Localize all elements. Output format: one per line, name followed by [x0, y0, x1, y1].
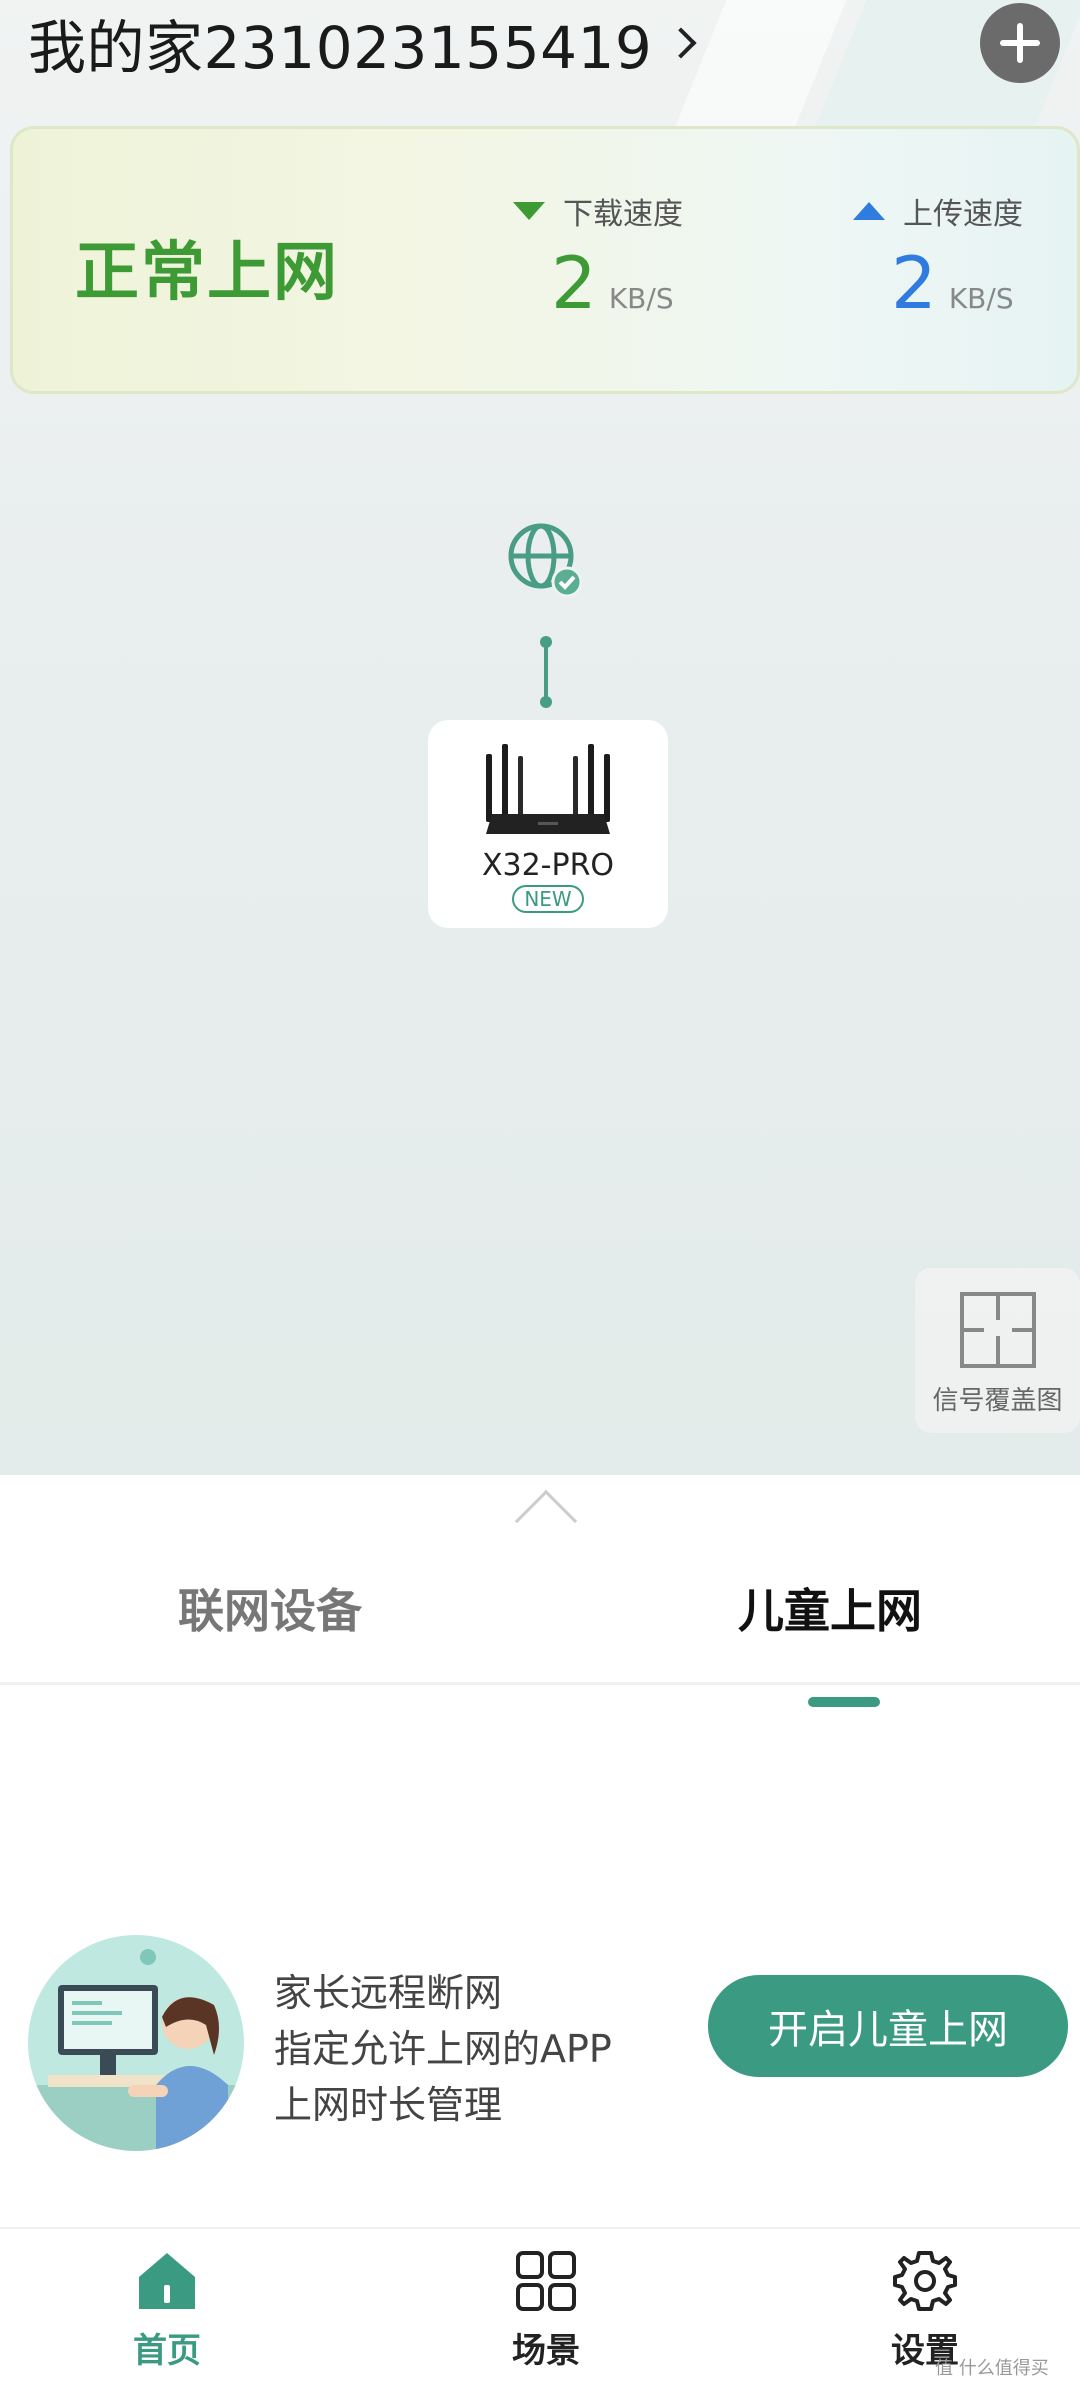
feature-item: 家长远程断网 [274, 1971, 503, 2015]
nav-scenes-label: 场景 [512, 2331, 580, 2371]
download-unit: KB/S [608, 282, 674, 315]
signal-coverage-button[interactable]: 信号覆盖图 [915, 1268, 1080, 1433]
kids-illustration [28, 1935, 244, 2151]
active-tab-indicator [808, 1697, 880, 1707]
tab-bar: 联网设备 儿童上网 [0, 1575, 1080, 1685]
watermark: 值 什么值得买 [935, 2358, 1049, 2379]
download-label: 下载速度 [563, 197, 683, 232]
kids-feature-list: 家长远程断网 指定允许上网的APP 上网时长管理 [274, 1965, 612, 2133]
download-value: 2 [551, 241, 597, 325]
chevron-up-icon[interactable] [514, 1489, 578, 1553]
feature-item: 指定允许上网的APP [274, 2027, 612, 2071]
kids-internet-panel: 家长远程断网 指定允许上网的APP 上网时长管理 开启儿童上网 [0, 1935, 1080, 2175]
home-selector[interactable]: 我的家231023155419 [28, 8, 697, 82]
feature-item: 上网时长管理 [274, 2083, 503, 2127]
new-badge: NEW [512, 885, 584, 913]
upload-unit: KB/S [948, 282, 1014, 315]
nav-home[interactable]: 首页 [67, 2249, 267, 2372]
upload-speed: 上传速度 2 KB/S [853, 189, 1023, 319]
bottom-nav: 首页 场景 设置 [0, 2227, 1080, 2392]
nav-home-label: 首页 [133, 2331, 201, 2371]
tab-connected-devices[interactable]: 联网设备 [178, 1575, 362, 1641]
network-status-card[interactable]: 正常上网 下载速度 2 KB/S 上传速度 2 KB/S [10, 126, 1080, 394]
gear-icon [893, 2251, 957, 2311]
floorplan-icon [959, 1292, 1036, 1368]
router-icon [486, 744, 610, 834]
signal-coverage-label: 信号覆盖图 [932, 1386, 1063, 1416]
chevron-right-icon [665, 27, 697, 59]
upload-label: 上传速度 [903, 197, 1023, 232]
connection-line [540, 636, 552, 708]
plus-icon [1000, 23, 1040, 63]
home-title: 我的家231023155419 [28, 14, 653, 82]
internet-globe-icon[interactable] [505, 520, 585, 600]
add-button[interactable] [980, 3, 1060, 83]
network-status-text: 正常上网 [75, 236, 339, 310]
tab-kids-internet[interactable]: 儿童上网 [738, 1575, 922, 1641]
download-speed: 下载速度 2 KB/S [513, 189, 683, 319]
enable-kids-internet-button[interactable]: 开启儿童上网 [708, 1975, 1068, 2077]
router-card[interactable]: X32-PRO NEW [428, 720, 668, 928]
scenes-grid-icon [516, 2251, 576, 2311]
nav-scenes[interactable]: 场景 [446, 2249, 646, 2372]
upload-arrow-icon [853, 202, 885, 220]
router-name: X32-PRO [481, 848, 615, 883]
upload-value: 2 [891, 241, 937, 325]
download-arrow-icon [513, 202, 545, 220]
home-icon [139, 2253, 195, 2309]
network-overview: 我的家231023155419 正常上网 下载速度 2 KB/S 上传速度 2 [0, 0, 1080, 1475]
